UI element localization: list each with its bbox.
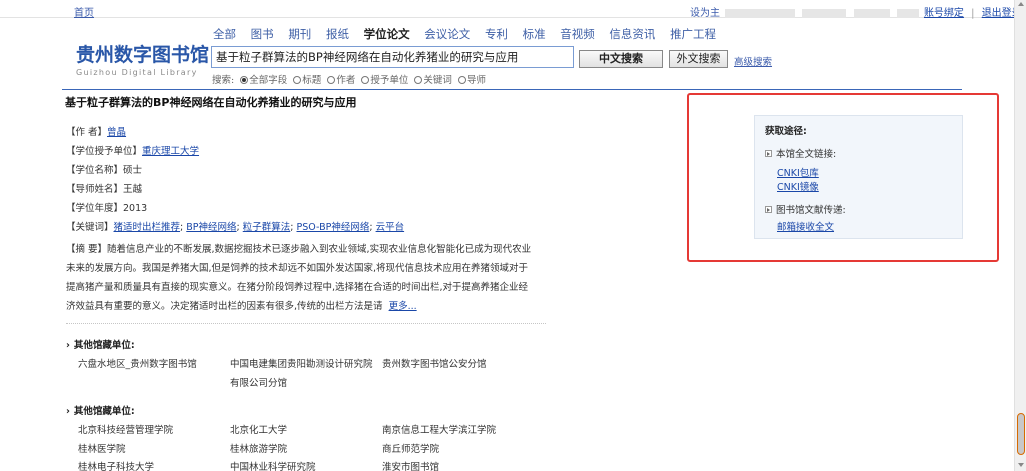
- holding-library[interactable]: 六盘水地区_贵州数字图书馆: [78, 356, 197, 370]
- author-row: 【作 者】曾晶: [66, 126, 546, 145]
- scroll-down-icon[interactable]: [1018, 463, 1024, 467]
- scroll-up-icon[interactable]: [1018, 2, 1024, 6]
- radio-all-fields[interactable]: [240, 76, 249, 84]
- tab-journals[interactable]: 期刊: [288, 27, 311, 41]
- holding-library[interactable]: 北京化工大学: [230, 422, 287, 436]
- redacted-text: [802, 9, 847, 18]
- tab-newspapers[interactable]: 报纸: [326, 27, 349, 41]
- unit-row: 【学位授予单位】重庆理工大学: [66, 145, 546, 164]
- tab-patents[interactable]: 专利: [485, 27, 508, 41]
- category-nav: 全部 图书 期刊 报纸 学位论文 会议论文 专利 标准 音视频 信息资讯 推广工…: [213, 26, 727, 42]
- holding-library[interactable]: 淮安市图书馆: [382, 459, 439, 471]
- scope-label: 搜索:: [212, 75, 235, 86]
- abstract-label: 【摘 要】: [66, 244, 108, 255]
- keyword-link[interactable]: BP神经网络: [186, 222, 236, 233]
- holding-library[interactable]: 桂林旅游学院: [230, 441, 287, 455]
- keywords-label: 【关键词】: [66, 222, 114, 233]
- more-link[interactable]: 更多...: [389, 301, 417, 312]
- keyword-link[interactable]: 粒子群算法: [243, 222, 291, 233]
- radio-unit[interactable]: [361, 76, 370, 84]
- tab-theses[interactable]: 学位论文: [364, 27, 410, 41]
- top-bar: 首页 设为主 账号绑定 | 退出登录: [0, 0, 1022, 19]
- keyword-link[interactable]: PSO-BP神经网络: [297, 222, 370, 233]
- tab-promotion[interactable]: 推广工程: [670, 27, 716, 41]
- holding-library[interactable]: 桂林电子科技大学: [78, 459, 154, 471]
- chinese-search-button[interactable]: 中文搜索: [579, 50, 663, 68]
- abstract-line: 未来的发展方向。我国是养猪大国,但是饲养的技术却远不如国外发达国家,将现代信息技…: [66, 263, 529, 274]
- scope-option: 作者: [336, 75, 356, 86]
- page-title: 基于粒子群算法的BP神经网络在自动化养猪业的研究与应用: [65, 96, 357, 109]
- author-label: 【作 者】: [66, 127, 108, 138]
- holding-library-cont[interactable]: 有限公司分馆: [230, 375, 287, 389]
- keyword-link[interactable]: 云平台: [376, 222, 405, 233]
- scope-option: 标题: [302, 75, 322, 86]
- scrollbar-thumb[interactable]: [1017, 413, 1025, 455]
- tab-all[interactable]: 全部: [213, 27, 236, 41]
- holding-library[interactable]: 北京科技经营管理学院: [78, 422, 173, 436]
- scope-option: 导师: [466, 75, 486, 86]
- degree-label: 【学位名称】: [66, 165, 124, 176]
- holding-library[interactable]: 中国电建集团贵阳勘测设计研究院: [230, 356, 373, 370]
- user-bar: 设为主 账号绑定 | 退出登录: [690, 4, 1022, 19]
- advisor-value: 王越: [123, 184, 143, 195]
- year-value: 2013: [123, 203, 148, 214]
- abstract-line: 提高猪产量和质量具有直接的现实意义。在猪分阶段饲养过程中,选择猪在合适的时间出栏…: [66, 282, 529, 293]
- unit-label: 【学位授予单位】: [66, 146, 143, 157]
- radio-author[interactable]: [327, 76, 336, 84]
- abstract-line: 【摘 要】随着信息产业的不断发展,数据挖掘技术已逐步融入到农业领域,实现农业信息…: [66, 240, 548, 259]
- tab-info[interactable]: 信息资讯: [609, 27, 655, 41]
- keywords-row: 【关键词】猪适时出栏推荐; BP神经网络; 粒子群算法; PSO-BP神经网络;…: [66, 222, 405, 233]
- foreign-search-button[interactable]: 外文搜索: [669, 50, 728, 68]
- year-row: 【学位年度】2013: [66, 202, 546, 221]
- tab-standards[interactable]: 标准: [523, 27, 546, 41]
- separator: |: [971, 8, 975, 19]
- abstract-text: 随着信息产业的不断发展,数据挖掘技术已逐步融入到农业领域,实现农业信息化智能化已…: [107, 244, 532, 255]
- tab-conference[interactable]: 会议论文: [424, 27, 470, 41]
- abstract-line: 济效益具有重要的意义。决定猪适时出栏的因素有很多,传统的出栏方法是请 更多...: [66, 297, 548, 316]
- abstract-text: 济效益具有重要的意义。决定猪适时出栏的因素有很多,传统的出栏方法是请: [66, 301, 383, 312]
- radio-keyword[interactable]: [414, 76, 423, 84]
- holdings-title: 其他馆藏单位:: [66, 337, 135, 351]
- tab-books[interactable]: 图书: [251, 27, 274, 41]
- radio-advisor[interactable]: [457, 76, 466, 84]
- holdings-title: 其他馆藏单位:: [66, 403, 135, 417]
- search-input[interactable]: [211, 46, 574, 68]
- author-link[interactable]: 曾晶: [107, 127, 126, 138]
- redacted-text: [725, 9, 796, 18]
- library-logo[interactable]: 贵州数字图书馆 Guizhou Digital Library: [76, 44, 210, 77]
- scope-option: 关键词: [423, 75, 452, 86]
- holding-library[interactable]: 贵州数字图书馆公安分馆: [382, 356, 487, 370]
- keyword-link[interactable]: 猪适时出栏推荐: [114, 222, 181, 233]
- logo-en: Guizhou Digital Library: [76, 68, 198, 77]
- advanced-search-link[interactable]: 高级搜索: [734, 54, 772, 68]
- unit-link[interactable]: 重庆理工大学: [142, 146, 199, 157]
- advisor-label: 【导师姓名】: [66, 184, 124, 195]
- abstract: 【摘 要】随着信息产业的不断发展,数据挖掘技术已逐步融入到农业领域,实现农业信息…: [66, 240, 548, 316]
- thesis-details: 【作 者】曾晶 【学位授予单位】重庆理工大学 【学位名称】硕士 【导师姓名】王越…: [66, 126, 546, 240]
- home-link[interactable]: 首页: [74, 4, 94, 19]
- holding-library[interactable]: 中国林业科学研究院: [230, 459, 316, 471]
- search-scope: 搜索: 全部字段 标题 作者 授予单位 关键词 导师: [212, 72, 486, 86]
- account-bind-link[interactable]: 账号绑定: [924, 8, 964, 19]
- highlight-box: [687, 93, 999, 262]
- holding-library[interactable]: 桂林医学院: [78, 441, 126, 455]
- vertical-scrollbar[interactable]: [1014, 0, 1026, 471]
- logo-cn: 贵州数字图书馆: [76, 44, 210, 66]
- advisor-row: 【导师姓名】王越: [66, 183, 546, 202]
- holding-library[interactable]: 商丘师范学院: [382, 441, 439, 455]
- redacted-text: [853, 9, 890, 18]
- degree-row: 【学位名称】硕士: [66, 164, 546, 183]
- tab-av[interactable]: 音视频: [560, 27, 595, 41]
- radio-title[interactable]: [293, 76, 302, 84]
- scope-option: 全部字段: [249, 75, 288, 86]
- redacted-text: [896, 9, 919, 18]
- year-label: 【学位年度】: [66, 203, 124, 214]
- scope-option: 授予单位: [370, 75, 409, 86]
- holding-library[interactable]: 南京信息工程大学滨江学院: [382, 422, 496, 436]
- divider: [66, 323, 546, 324]
- degree-value: 硕士: [123, 165, 143, 176]
- header-divider: [62, 89, 962, 90]
- user-prefix[interactable]: 设为主: [690, 8, 720, 19]
